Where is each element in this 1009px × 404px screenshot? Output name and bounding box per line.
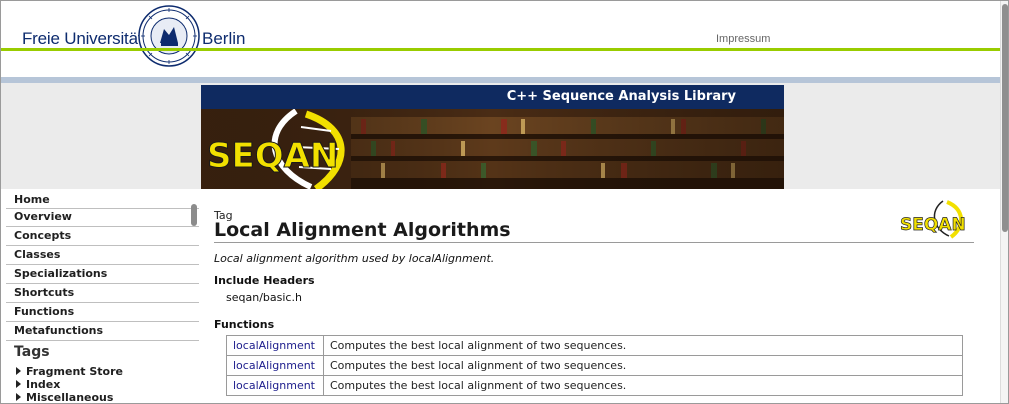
banner-title-bar: C++ Sequence Analysis Library (201, 85, 784, 109)
include-headers-heading: Include Headers (214, 274, 315, 287)
university-name-left: Freie Universität (22, 29, 143, 48)
sidebar-divider (6, 264, 199, 265)
university-name-right: Berlin (202, 29, 246, 48)
sidebar-item-concepts[interactable]: Concepts (14, 229, 71, 242)
sidebar-divider (6, 208, 199, 209)
sidebar-divider (6, 245, 199, 246)
university-seal-icon (138, 5, 200, 67)
sidebar-scrollbar-thumb[interactable] (191, 204, 197, 226)
sidebar-tag-label: Index (26, 378, 61, 391)
function-link[interactable]: localAlignment (226, 355, 324, 376)
tag-description: Local alignment algorithm used by localA… (214, 252, 495, 265)
function-description: Computes the best local alignment of two… (323, 355, 963, 376)
sidebar-item-specializations[interactable]: Specializations (14, 267, 107, 280)
banner-image: SEQAN (201, 109, 784, 189)
impressum-link[interactable]: Impressum (716, 33, 770, 45)
seqan-mini-logo-icon: SEQAN (900, 200, 966, 239)
sidebar-tags-heading: Tags (14, 344, 50, 360)
expand-triangle-icon (16, 393, 21, 401)
sidebar-item-functions[interactable]: Functions (14, 305, 74, 318)
sidebar-tag-fragment-store[interactable]: Fragment Store (16, 365, 123, 378)
svg-text:SEQAN: SEQAN (900, 215, 966, 235)
page-title: Local Alignment Algorithms (214, 219, 511, 241)
table-row: localAlignment Computes the best local a… (226, 335, 963, 356)
sidebar-item-overview[interactable]: Overview (14, 210, 72, 223)
sidebar-divider (6, 302, 199, 303)
sidebar-item-home[interactable]: Home (14, 193, 50, 206)
table-row: localAlignment Computes the best local a… (226, 375, 963, 396)
function-link[interactable]: localAlignment (226, 375, 324, 396)
seqan-logo-text: SEQAN (207, 136, 338, 176)
sidebar-divider (6, 340, 199, 341)
main-content: Tag Local Alignment Algorithms SEQAN Loc… (201, 189, 1000, 404)
sidebar-item-shortcuts[interactable]: Shortcuts (14, 286, 74, 299)
function-description: Computes the best local alignment of two… (323, 335, 963, 356)
university-header: Freie Universität Berlin Impressum (0, 0, 1000, 85)
table-row: localAlignment Computes the best local a… (226, 355, 963, 376)
expand-triangle-icon (16, 367, 21, 375)
functions-heading: Functions (214, 318, 275, 331)
sidebar-item-classes[interactable]: Classes (14, 248, 60, 261)
sidebar-divider (6, 321, 199, 322)
title-divider (214, 242, 974, 243)
sidebar-divider (6, 283, 199, 284)
banner-title: C++ Sequence Analysis Library (506, 89, 736, 104)
sidebar-tag-label: Miscellaneous (26, 391, 114, 404)
sidebar-tag-label: Fragment Store (26, 365, 123, 378)
function-description: Computes the best local alignment of two… (323, 375, 963, 396)
expand-triangle-icon (16, 380, 21, 388)
sidebar-tag-index[interactable]: Index (16, 378, 60, 391)
functions-table: localAlignment Computes the best local a… (226, 335, 963, 396)
page-scrollbar[interactable] (1000, 0, 1009, 404)
sidebar: Home Overview Concepts Classes Specializ… (0, 189, 201, 404)
page-scrollbar-thumb[interactable] (1002, 4, 1008, 232)
header-green-rule (0, 48, 1000, 51)
function-link[interactable]: localAlignment (226, 335, 324, 356)
sidebar-tag-miscellaneous[interactable]: Miscellaneous (16, 391, 113, 404)
sidebar-divider (6, 226, 199, 227)
bookshelf-illustration: SEQAN (201, 109, 784, 189)
include-header-value: seqan/basic.h (226, 291, 302, 304)
sidebar-item-metafunctions[interactable]: Metafunctions (14, 324, 103, 337)
